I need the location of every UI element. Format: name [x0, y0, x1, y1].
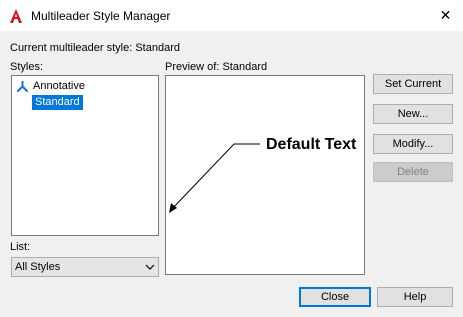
new-button[interactable]: New...: [373, 104, 453, 124]
list-filter-select[interactable]: All Styles: [11, 257, 159, 277]
list-filter-value: All Styles: [15, 261, 61, 273]
preview-pane: Default Text: [165, 75, 365, 275]
list-item-label: Annotative: [33, 80, 85, 92]
list-filter-label: List:: [10, 241, 31, 253]
list-item-standard[interactable]: Standard: [32, 95, 83, 110]
chevron-down-icon: [145, 264, 155, 270]
styles-listbox[interactable]: Annotative Standard: [11, 75, 159, 236]
close-button[interactable]: Close: [299, 287, 371, 307]
set-current-button[interactable]: Set Current: [373, 74, 453, 94]
title-bar: Multileader Style Manager ✕: [0, 0, 463, 31]
preview-label: Preview of: Standard: [165, 61, 268, 73]
annotative-icon: [17, 81, 28, 92]
close-window-button[interactable]: ✕: [428, 0, 463, 31]
modify-button[interactable]: Modify...: [373, 134, 453, 154]
dialog-window: Multileader Style Manager ✕ Current mult…: [0, 0, 463, 317]
autocad-logo-icon: [10, 9, 22, 23]
current-style-text: Current multileader style: Standard: [10, 42, 180, 54]
delete-button[interactable]: Delete: [373, 162, 453, 182]
leader-arrow-graphic: [169, 143, 260, 213]
help-button[interactable]: Help: [377, 287, 453, 307]
preview-sample-text: Default Text: [266, 136, 357, 153]
styles-label: Styles:: [10, 61, 44, 73]
window-title: Multileader Style Manager: [31, 9, 171, 23]
